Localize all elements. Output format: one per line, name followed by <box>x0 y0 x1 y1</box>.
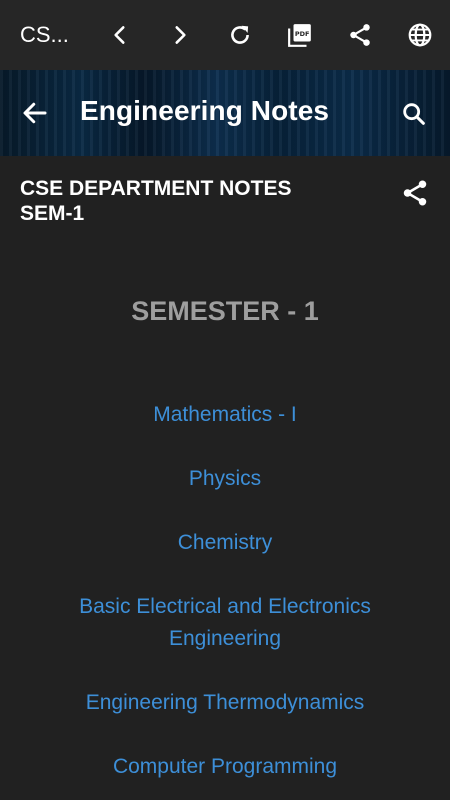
browser-toolbar: CS... PDF <box>0 0 450 70</box>
app-header: Engineering Notes <box>0 70 450 156</box>
globe-icon[interactable] <box>405 20 435 50</box>
subject-link-mathematics[interactable]: Mathematics - I <box>0 399 450 431</box>
subject-links: Mathematics - I Physics Chemistry Basic … <box>0 399 450 800</box>
subject-link-basic-electrical[interactable]: Basic Electrical and Electronics Enginee… <box>0 591 450 655</box>
subject-link-computer-programming[interactable]: Computer Programming <box>0 751 450 783</box>
subject-link-thermodynamics[interactable]: Engineering Thermodynamics <box>0 687 450 719</box>
chevron-left-icon[interactable] <box>105 20 135 50</box>
share-icon[interactable] <box>345 20 375 50</box>
svg-text:PDF: PDF <box>295 30 310 38</box>
browser-tab-title[interactable]: CS... <box>20 22 69 48</box>
notes-title-line2: SEM-1 <box>20 202 85 225</box>
page-title: Engineering Notes <box>80 95 330 126</box>
notes-title: CSE DEPARTMENT NOTES SEM-1 <box>20 176 360 226</box>
search-icon[interactable] <box>400 100 428 128</box>
semester-heading: SEMESTER - 1 <box>131 296 319 326</box>
pdf-icon[interactable]: PDF <box>285 20 315 50</box>
notes-title-line1: CSE DEPARTMENT NOTES <box>20 177 292 200</box>
subject-link-physics[interactable]: Physics <box>0 463 450 495</box>
subject-link-chemistry[interactable]: Chemistry <box>0 527 450 559</box>
share-icon[interactable] <box>400 178 430 208</box>
refresh-icon[interactable] <box>225 20 255 50</box>
arrow-back-icon[interactable] <box>20 98 50 128</box>
notes-content: CSE DEPARTMENT NOTES SEM-1 SEMESTER - 1 … <box>0 156 450 800</box>
chevron-right-icon[interactable] <box>165 20 195 50</box>
